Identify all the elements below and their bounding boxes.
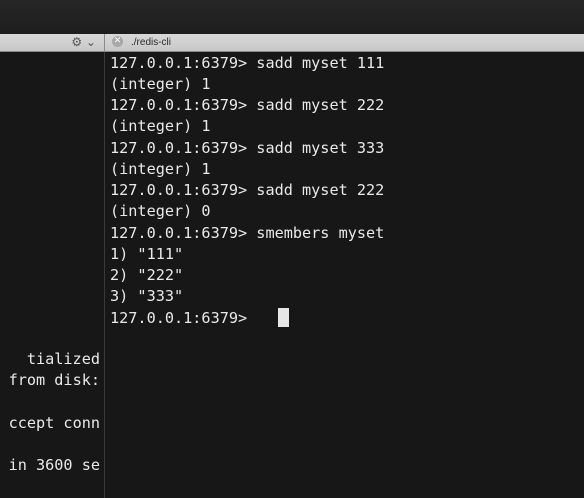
- close-icon[interactable]: ✕: [112, 36, 123, 47]
- tab-bar: ⚙ ⌄ ✕ ./redis-cli: [0, 34, 584, 52]
- left-output-line: in 3600 se: [8, 456, 100, 474]
- terminal-prompt-line: 127.0.0.1:6379>: [110, 309, 257, 327]
- terminal-line: 3) "333": [110, 287, 184, 305]
- tab-redis-cli[interactable]: ✕ ./redis-cli: [105, 34, 584, 51]
- terminal-line: 127.0.0.1:6379> sadd myset 222: [110, 96, 385, 114]
- redis-cli-terminal[interactable]: 127.0.0.1:6379> sadd myset 111 (integer)…: [105, 52, 584, 498]
- terminal-line: (integer) 1: [110, 75, 211, 93]
- window-titlebar: [0, 0, 584, 35]
- terminal-line: 1) "111": [110, 245, 184, 263]
- tab-left-pane[interactable]: ⚙ ⌄: [0, 34, 105, 51]
- terminal-line: 2) "222": [110, 266, 184, 284]
- terminal-line: (integer) 1: [110, 117, 211, 135]
- terminal-line: 127.0.0.1:6379> smembers myset: [110, 224, 385, 242]
- terminal-line: (integer) 1: [110, 160, 211, 178]
- terminal-cursor: [278, 308, 289, 327]
- left-output-line: tialized: [26, 350, 100, 368]
- terminal-line: 127.0.0.1:6379> sadd myset 333: [110, 139, 385, 157]
- terminal-line: 127.0.0.1:6379> sadd myset 222: [110, 181, 385, 199]
- tab-title: ./redis-cli: [131, 37, 172, 48]
- gear-icon[interactable]: ⚙ ⌄: [71, 35, 96, 50]
- terminal-line: (integer) 0: [110, 202, 211, 220]
- left-output-line: from disk:: [8, 371, 100, 389]
- left-terminal-pane[interactable]: tialized from disk: ccept conn in 3600 s…: [0, 52, 105, 498]
- terminal-line: 127.0.0.1:6379> sadd myset 111: [110, 54, 385, 72]
- left-output-line: ccept conn: [8, 414, 100, 432]
